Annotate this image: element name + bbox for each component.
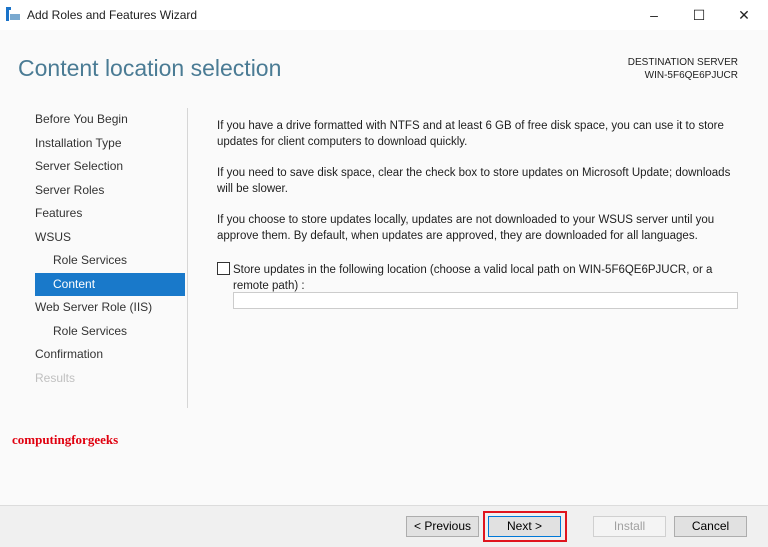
nav-content[interactable]: Content <box>35 272 185 296</box>
nav-wsus[interactable]: WSUS <box>0 226 190 250</box>
window-title: Add Roles and Features Wizard <box>27 8 198 22</box>
nav-divider <box>187 108 188 408</box>
nav-installation-type[interactable]: Installation Type <box>0 132 190 156</box>
highlight-box <box>483 511 567 542</box>
previous-button[interactable]: < Previous <box>406 516 479 537</box>
page-title: Content location selection <box>18 55 282 81</box>
paragraph-store-locally: If you choose to store updates locally, … <box>217 214 715 242</box>
server-manager-icon <box>6 7 20 21</box>
nav-before-you-begin[interactable]: Before You Begin <box>0 108 190 132</box>
minimize-button[interactable]: – <box>632 4 676 26</box>
store-updates-checkbox[interactable] <box>217 262 230 275</box>
nav-server-roles[interactable]: Server Roles <box>0 179 190 203</box>
destination-label: DESTINATION SERVER <box>627 57 738 68</box>
install-button: Install <box>593 516 666 537</box>
paragraph-microsoft-update: If you need to save disk space, clear th… <box>217 167 731 195</box>
content-path-input[interactable] <box>233 292 738 309</box>
store-updates-label[interactable]: Store updates in the following location … <box>233 262 733 294</box>
wizard-nav: Before You Begin Installation Type Serve… <box>0 108 190 390</box>
destination-server: DESTINATION SERVER WIN-5F6QE6PJUCR <box>628 56 738 82</box>
destination-server-name: WIN-5F6QE6PJUCR <box>644 70 738 81</box>
cancel-button[interactable]: Cancel <box>674 516 747 537</box>
nav-server-selection[interactable]: Server Selection <box>0 155 190 179</box>
nav-confirmation[interactable]: Confirmation <box>0 343 190 367</box>
title-bar: Add Roles and Features Wizard – ☐ ✕ <box>0 0 768 30</box>
nav-results: Results <box>35 370 76 385</box>
content-description: If you have a drive formatted with NTFS … <box>217 118 737 259</box>
nav-features[interactable]: Features <box>0 202 190 226</box>
nav-wsus-role-services[interactable]: Role Services <box>0 249 190 273</box>
paragraph-disk-space: If you have a drive formatted with NTFS … <box>217 120 724 148</box>
watermark: computingforgeeks <box>12 432 119 447</box>
nav-web-server-role[interactable]: Web Server Role (IIS) <box>0 296 190 320</box>
close-button[interactable]: ✕ <box>722 4 766 26</box>
nav-iis-role-services[interactable]: Role Services <box>0 320 190 344</box>
maximize-button[interactable]: ☐ <box>677 4 721 26</box>
